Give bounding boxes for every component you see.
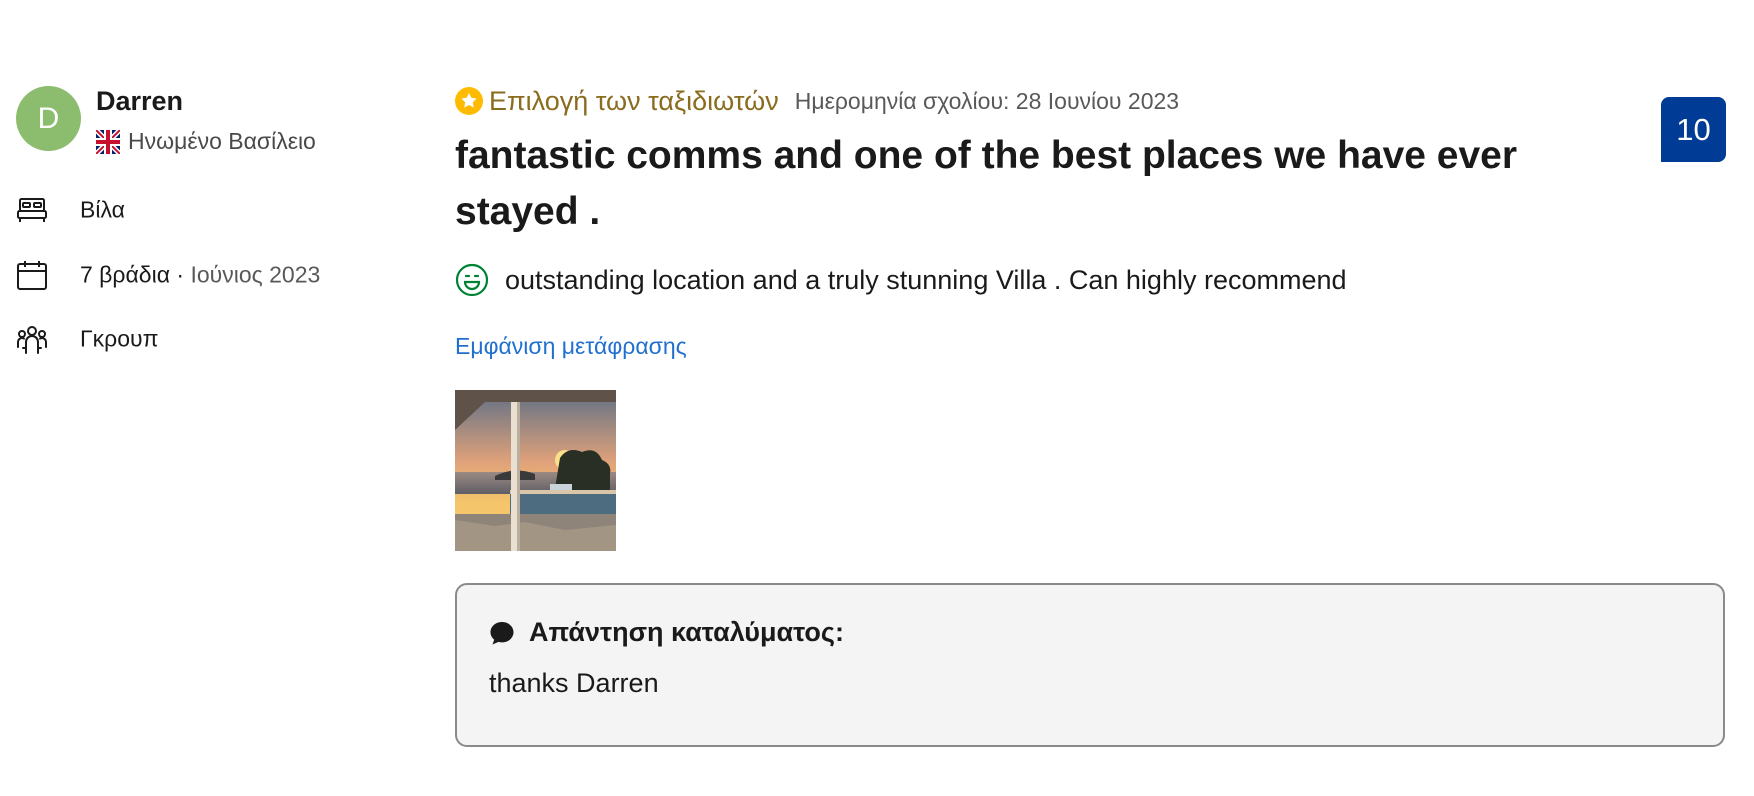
property-reply: Απάντηση καταλύματος: thanks Darren bbox=[455, 583, 1725, 747]
review-date: Ημερομηνία σχολίου: 28 Ιουνίου 2023 bbox=[794, 87, 1180, 114]
calendar-icon bbox=[17, 261, 47, 290]
review-header: Επιλογή των ταξιδιωτών Ημερομηνία σχολίο… bbox=[455, 84, 1725, 118]
sunset-pool-photo bbox=[455, 390, 616, 551]
reviewer-country: Ηνωμένο Βασίλειο bbox=[96, 128, 316, 155]
stay-duration-label: 7 βράδια · Ιούνιος 2023 bbox=[80, 262, 320, 289]
review-card: D Darren Ηνωμένο Βασίλειο Βίλα 7 βράδια … bbox=[0, 0, 1754, 796]
property-reply-text: thanks Darren bbox=[489, 668, 659, 698]
reviewer-name: Darren bbox=[96, 86, 184, 116]
property-reply-header: Απάντηση καταλύματος: bbox=[489, 617, 1691, 648]
speech-bubble-icon bbox=[490, 621, 514, 644]
positive-comment: outstanding location and a truly stunnin… bbox=[455, 260, 1725, 300]
stay-month: Ιούνιος 2023 bbox=[190, 261, 321, 288]
room-type-label: Βίλα bbox=[80, 196, 125, 223]
room-type: Βίλα bbox=[16, 190, 125, 230]
property-reply-title: Απάντηση καταλύματος: bbox=[529, 617, 844, 647]
positive-text: outstanding location and a truly stunnin… bbox=[505, 264, 1347, 295]
bed-icon bbox=[17, 198, 47, 222]
nights-count: 7 βράδια bbox=[80, 261, 171, 288]
traveler-type-label: Γκρουπ bbox=[80, 325, 159, 352]
review-content: Επιλογή των ταξιδιωτών Ημερομηνία σχολίο… bbox=[455, 84, 1725, 747]
review-photo[interactable] bbox=[455, 390, 616, 551]
traveler-type: Γκρουπ bbox=[16, 319, 159, 359]
review-title: fantastic comms and one of the best plac… bbox=[455, 134, 1518, 233]
smiley-icon bbox=[455, 263, 489, 297]
travellers-choice-badge: Επιλογή των ταξιδιωτών bbox=[455, 86, 779, 117]
country-name: Ηνωμένο Βασίλειο bbox=[128, 128, 316, 154]
show-translation-link[interactable]: Εμφάνιση μετάφρασης bbox=[455, 333, 687, 360]
badge-label: Επιλογή των ταξιδιωτών bbox=[489, 85, 779, 116]
separator-dot: · bbox=[176, 261, 185, 288]
group-icon bbox=[17, 326, 47, 354]
star-icon bbox=[455, 87, 483, 115]
stay-duration: 7 βράδια · Ιούνιος 2023 bbox=[16, 255, 320, 295]
review-score: 10 bbox=[1661, 97, 1726, 162]
avatar: D bbox=[16, 86, 81, 151]
uk-flag-icon bbox=[96, 129, 120, 154]
